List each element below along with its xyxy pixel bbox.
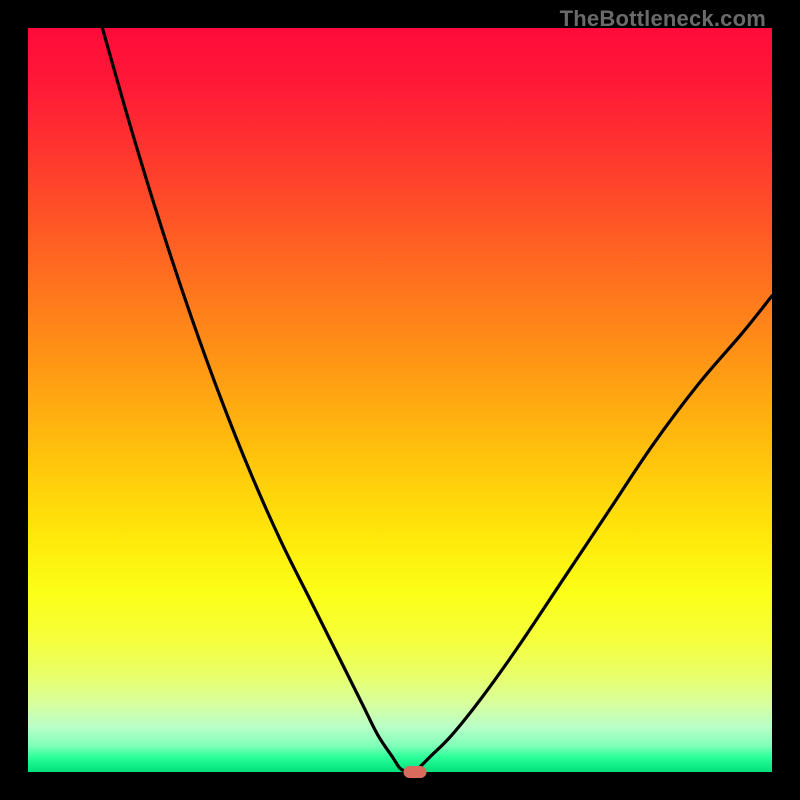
bottleneck-curve [28, 28, 772, 772]
plot-area [28, 28, 772, 772]
chart-frame: TheBottleneck.com [0, 0, 800, 800]
curve-right-branch [415, 296, 772, 772]
dip-marker [403, 766, 426, 778]
watermark-text: TheBottleneck.com [560, 6, 766, 32]
curve-left-branch [102, 28, 407, 772]
